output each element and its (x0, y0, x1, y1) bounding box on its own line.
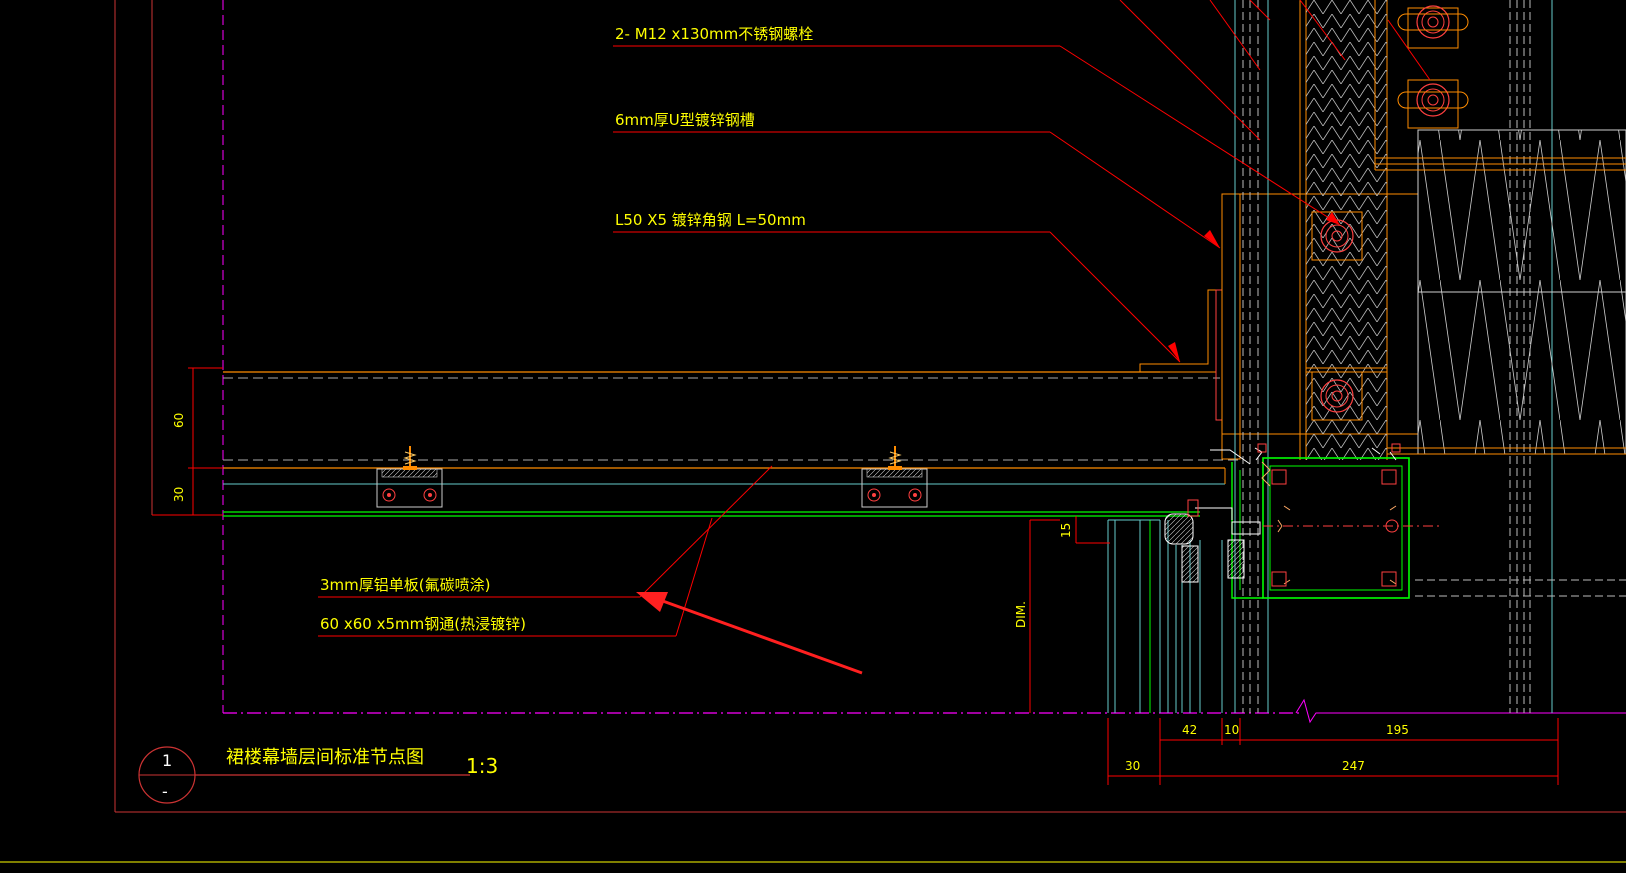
drawing-title: 裙楼幕墙层间标准节点图 (226, 747, 424, 768)
detail-sheet: - (162, 782, 168, 801)
bolt-top-2 (1397, 79, 1469, 129)
highlight-arrow (636, 592, 863, 675)
annotation-channel: 6mm厚U型镀锌钢槽 (615, 111, 755, 129)
bracket-left (376, 446, 443, 508)
dim-60: 60 (172, 413, 186, 428)
dim-247: 247 (1342, 759, 1365, 773)
dim-15: 15 (1059, 523, 1073, 538)
dim-10: 10 (1224, 723, 1239, 737)
annotation-angle: L50 X5 镀锌角钢 L=50mm (615, 211, 806, 229)
annotation-bolt: 2- M12 x130mm不锈钢螺栓 (615, 25, 813, 43)
bolt-top-1 (1397, 5, 1469, 49)
annotation-panel: 3mm厚铝单板(氟碳喷涂) (320, 576, 490, 594)
dim-42: 42 (1182, 723, 1197, 737)
detail-number: 1 (162, 751, 172, 770)
drawing-scale: 1:3 (466, 754, 498, 778)
cad-drawing-canvas: 2- M12 x130mm不锈钢螺栓 6mm厚U型镀锌钢槽 L50 X5 镀锌角… (0, 0, 1626, 863)
floor-slab (223, 371, 1240, 517)
annotation-tube: 60 x60 x5mm钢通(热浸镀锌) (320, 615, 526, 633)
glazing-unit (1107, 449, 1261, 713)
bracket-right (861, 446, 928, 508)
dim-label: DIM. (1014, 601, 1028, 628)
dim-30-vertical: 30 (172, 487, 186, 502)
dim-195: 195 (1386, 723, 1409, 737)
dim-30-horizontal: 30 (1125, 759, 1140, 773)
transom-profile (1231, 443, 1440, 599)
insulation-block (1374, 0, 1626, 455)
